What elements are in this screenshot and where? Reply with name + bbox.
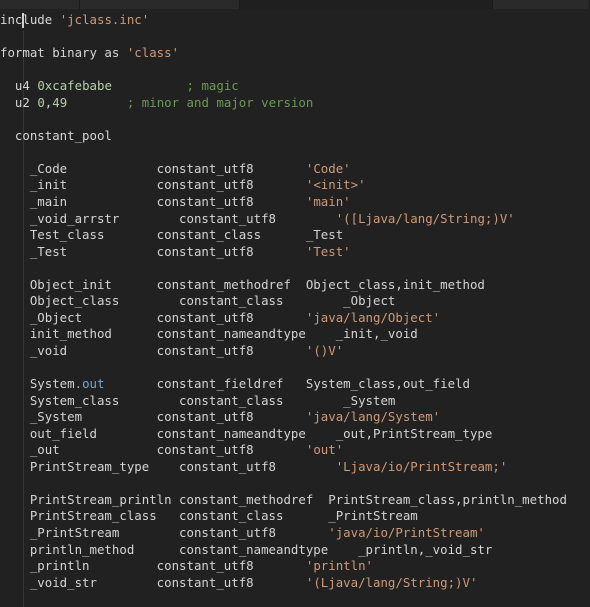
- code-editor[interactable]: include 'jclass.inc' format binary as 'c…: [0, 9, 590, 607]
- code-token-id: Object_class constant_class _Object: [0, 293, 396, 309]
- code-token-str: 'jclass.inc': [59, 12, 150, 27]
- code-line: Object_init constant_methodref Object_cl…: [0, 277, 590, 294]
- code-token-id: _System constant_utf8: [0, 409, 306, 425]
- editor-tab-2[interactable]: [240, 0, 493, 9]
- code-token-kw: format binary as: [0, 45, 127, 61]
- code-token-str: 'out': [305, 442, 344, 458]
- code-token-dir: include: [0, 12, 60, 27]
- code-line: System_class constant_class _System: [0, 393, 590, 410]
- code-token-cmt: ; magic: [186, 78, 239, 94]
- code-token-cmt: ; minor and major version: [126, 94, 314, 110]
- code-line: _println constant_utf8 'println': [0, 558, 590, 575]
- editor-tab-1[interactable]: [80, 0, 240, 9]
- code-token-num: 0xcafebabe: [37, 78, 112, 94]
- code-token-id: _void_arrstr constant_utf8: [0, 210, 336, 226]
- code-token-id: _Object constant_utf8: [0, 309, 306, 325]
- code-line: _System constant_utf8 'java/lang/System': [0, 409, 590, 426]
- code-line: Test_class constant_class _Test: [0, 227, 590, 244]
- code-token-id: Test_class constant_class _Test: [0, 227, 344, 243]
- code-token-id: _PrintStream constant_utf8: [0, 524, 329, 540]
- editor-tab-3[interactable]: [493, 0, 590, 9]
- code-token-kw: u2: [0, 94, 38, 110]
- code-token-str: 'java/io/PrintStream': [328, 524, 485, 540]
- code-line: System.out constant_fieldref System_clas…: [0, 376, 590, 393]
- code-line: include 'jclass.inc': [0, 12, 590, 29]
- code-line: _main constant_utf8 'main': [0, 194, 590, 211]
- code-token-id: _void_str constant_utf8: [0, 574, 306, 590]
- code-token-id: out_field constant_nameandtype _out,Prin…: [0, 425, 493, 441]
- code-token-id: _init constant_utf8: [0, 177, 306, 193]
- code-token-num: 49: [52, 94, 68, 110]
- code-line: out_field constant_nameandtype _out,Prin…: [0, 426, 590, 443]
- code-token-id: System: [0, 376, 75, 392]
- code-line: init_method constant_nameandtype _init,_…: [0, 326, 590, 343]
- code-token-str: 'Ljava/io/PrintStream;': [335, 458, 508, 474]
- code-line: _init constant_utf8 '<init>': [0, 177, 590, 194]
- code-token-str: 'println': [305, 558, 373, 574]
- code-line: _Code constant_utf8 'Code': [0, 161, 590, 178]
- code-token-str: 'java/lang/System': [305, 409, 441, 425]
- code-token-str: '<init>': [305, 177, 366, 193]
- code-token-str: '()V': [305, 342, 344, 358]
- code-line: PrintStream_println constant_methodref P…: [0, 492, 590, 509]
- code-line: u4 0xcafebabe ; magic: [0, 78, 590, 95]
- code-token-kw: [67, 95, 127, 110]
- code-token-id: Object_init constant_methodref Object_cl…: [0, 276, 485, 292]
- code-token-id: constant_fieldref System_class,out_field: [104, 376, 470, 392]
- code-token-str: 'Test': [305, 243, 351, 259]
- code-token-id: System_class constant_class _System: [0, 392, 396, 408]
- code-line: _Test constant_utf8 'Test': [0, 244, 590, 261]
- code-token-id: PrintStream_class constant_class _PrintS…: [0, 508, 418, 524]
- code-token-prop: .out: [74, 376, 105, 392]
- code-line: _void constant_utf8 '()V': [0, 343, 590, 360]
- code-token-id: _main constant_utf8: [0, 194, 306, 210]
- code-line: Object_class constant_class _Object: [0, 293, 590, 310]
- code-line: _void_arrstr constant_utf8 '([Ljava/lang…: [0, 211, 590, 228]
- code-token-id: _void constant_utf8: [0, 342, 306, 358]
- code-token-id: _out constant_utf8: [0, 442, 306, 458]
- code-line: format binary as 'class': [0, 45, 590, 62]
- code-line: constant_pool: [0, 128, 590, 145]
- code-line: u2 0,49 ; minor and major version: [0, 95, 590, 112]
- code-line: println_method constant_nameandtype _pri…: [0, 542, 590, 559]
- code-token-str: 'class': [126, 45, 180, 61]
- code-token-str: 'java/lang/Object': [305, 309, 441, 325]
- code-token-id: init_method constant_nameandtype _init,_…: [0, 326, 418, 342]
- code-token-str: '(Ljava/lang/String;)V': [305, 574, 478, 590]
- code-token-id: PrintStream_type constant_utf8: [0, 458, 336, 474]
- code-line: _out constant_utf8 'out': [0, 442, 590, 459]
- editor-tab-0[interactable]: [0, 0, 80, 9]
- code-token-id: _Code constant_utf8: [0, 160, 306, 176]
- code-token-id: _Test constant_utf8: [0, 243, 306, 259]
- code-token-id: PrintStream_println constant_methodref P…: [0, 491, 567, 507]
- source-code[interactable]: include 'jclass.inc' format binary as 'c…: [0, 9, 590, 591]
- code-token-str: 'main': [305, 194, 351, 210]
- code-token-id: _println constant_utf8: [0, 558, 306, 574]
- code-token-id: println_method constant_nameandtype _pri…: [0, 541, 493, 557]
- code-token-num: 0: [37, 94, 45, 110]
- code-line: _Object constant_utf8 'java/lang/Object': [0, 310, 590, 327]
- code-token-kw: [112, 78, 187, 93]
- editor-tab-strip[interactable]: [0, 0, 590, 9]
- code-line: PrintStream_type constant_utf8 'Ljava/io…: [0, 459, 590, 476]
- code-token-str: '([Ljava/lang/String;)V': [335, 210, 515, 226]
- code-token-str: 'Code': [305, 160, 351, 176]
- code-token-kw: constant_pool: [0, 127, 112, 143]
- code-line: _PrintStream constant_utf8 'java/io/Prin…: [0, 525, 590, 542]
- code-line: _void_str constant_utf8 '(Ljava/lang/Str…: [0, 575, 590, 592]
- code-line: PrintStream_class constant_class _PrintS…: [0, 508, 590, 525]
- code-token-kw: u4: [0, 78, 38, 94]
